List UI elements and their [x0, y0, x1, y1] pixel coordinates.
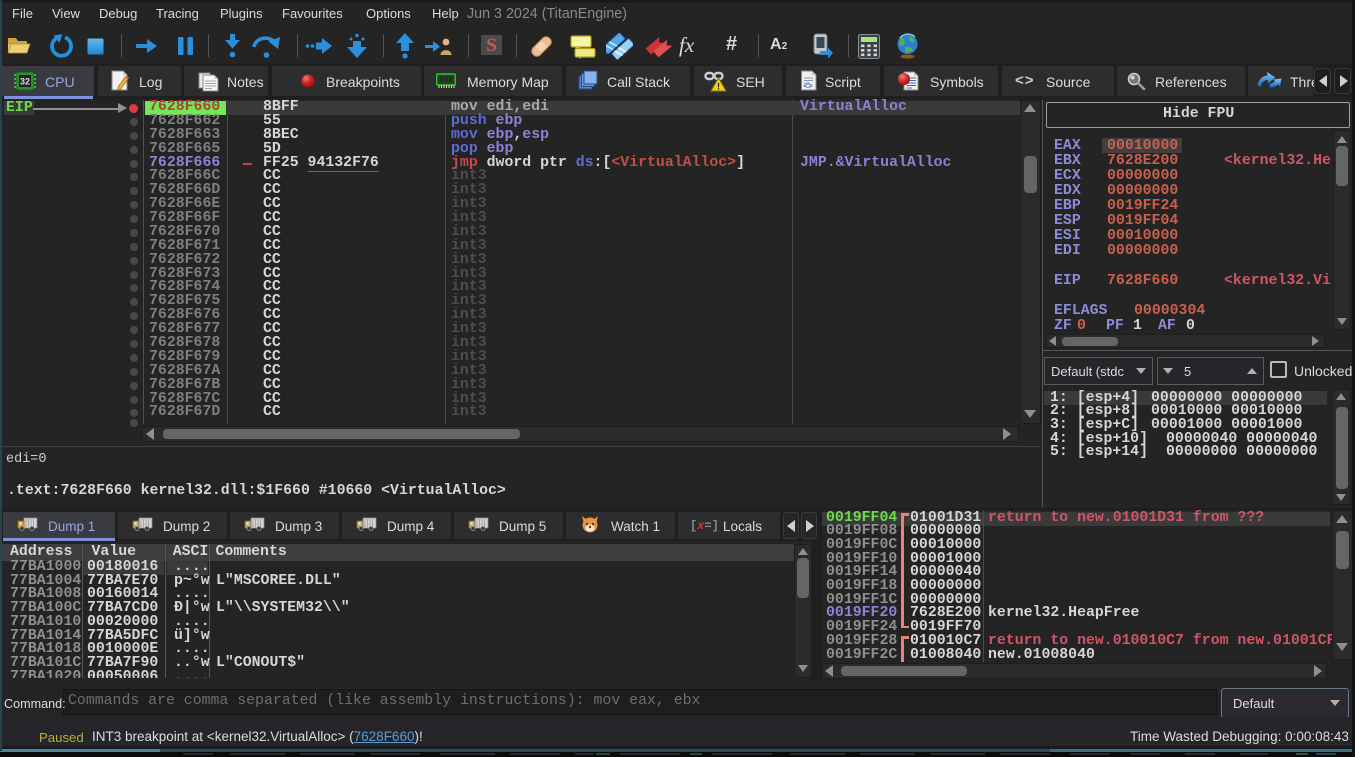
svg-text:!: !	[717, 82, 720, 92]
svg-text:32: 32	[20, 77, 30, 87]
svg-text:S: S	[486, 35, 497, 55]
svg-text:<>: <>	[803, 82, 813, 91]
